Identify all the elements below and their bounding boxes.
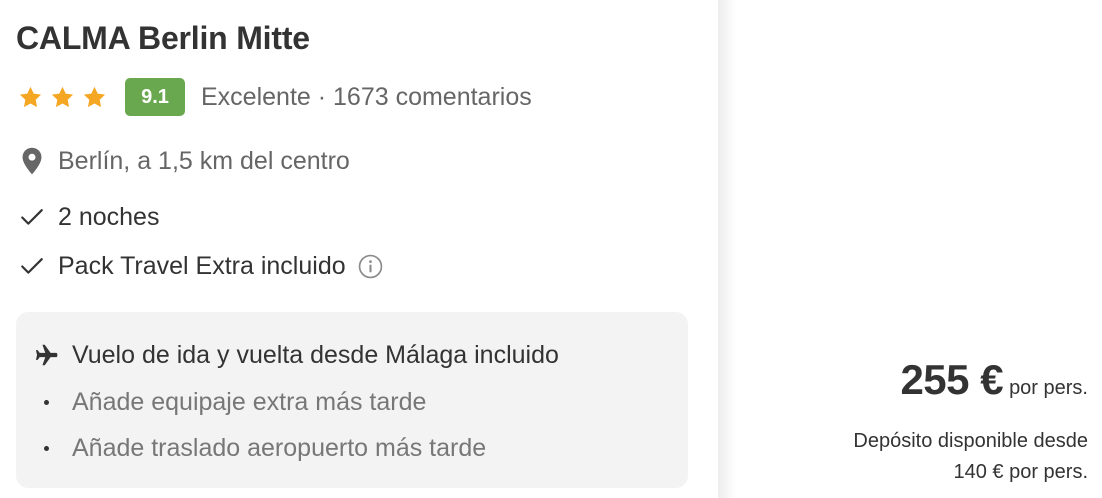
feature-label: 2 noches	[58, 202, 160, 231]
star-icon	[19, 86, 42, 107]
flight-extra-item: Añade traslado aeropuerto más tarde	[44, 431, 486, 465]
hotel-name[interactable]: CALMA Berlin Mitte	[16, 20, 310, 57]
star-icon	[83, 86, 106, 107]
flight-title: Vuelo de ida y vuelta desde Málaga inclu…	[72, 340, 559, 369]
flight-extra-label: Añade equipaje extra más tarde	[72, 387, 427, 416]
price-amount: 255 €	[900, 356, 1004, 403]
check-icon	[21, 258, 43, 274]
location-row: Berlín, a 1,5 km del centro	[18, 144, 350, 178]
price-unit: por pers.	[1009, 377, 1088, 399]
deposit-line-2: 140 € por pers.	[953, 461, 1088, 483]
feature-label: Pack Travel Extra incluido	[58, 251, 346, 280]
flight-extra-item: Añade equipaje extra más tarde	[44, 385, 426, 419]
star-icon	[51, 86, 74, 107]
location-text: Berlín, a 1,5 km del centro	[58, 146, 350, 175]
feature-travel-pack: Pack Travel Extra incluido	[18, 249, 383, 283]
review-score-badge: 9.1	[125, 78, 185, 116]
location-pin-icon	[22, 147, 42, 175]
check-icon	[21, 209, 43, 225]
hotel-offer-card[interactable]: CALMA Berlin Mitte 9.1 Excelente · 1673 …	[0, 0, 1102, 498]
airplane-icon	[35, 344, 58, 366]
bullet-icon	[44, 399, 49, 405]
flight-extra-label: Añade traslado aeropuerto más tarde	[72, 433, 487, 462]
offer-details-panel: CALMA Berlin Mitte 9.1 Excelente · 1673 …	[0, 0, 718, 498]
review-summary-text[interactable]: Excelente · 1673 comentarios	[201, 83, 532, 112]
deposit-line-1: Depósito disponible desde	[853, 430, 1088, 452]
info-circle-icon[interactable]	[358, 254, 383, 279]
flight-header: Vuelo de ida y vuelta desde Málaga inclu…	[34, 338, 559, 372]
star-rating	[18, 85, 107, 110]
feature-nights: 2 noches	[18, 200, 159, 234]
price-line: 255 € por pers.	[900, 356, 1088, 404]
price-panel: 255 € por pers. Depósito disponible desd…	[718, 0, 1102, 498]
flight-info-box: Vuelo de ida y vuelta desde Málaga inclu…	[16, 312, 688, 488]
deposit-note: Depósito disponible desde 140 € por pers…	[853, 426, 1088, 488]
bullet-icon	[44, 445, 49, 451]
rating-row: 9.1 Excelente · 1673 comentarios	[18, 78, 532, 116]
